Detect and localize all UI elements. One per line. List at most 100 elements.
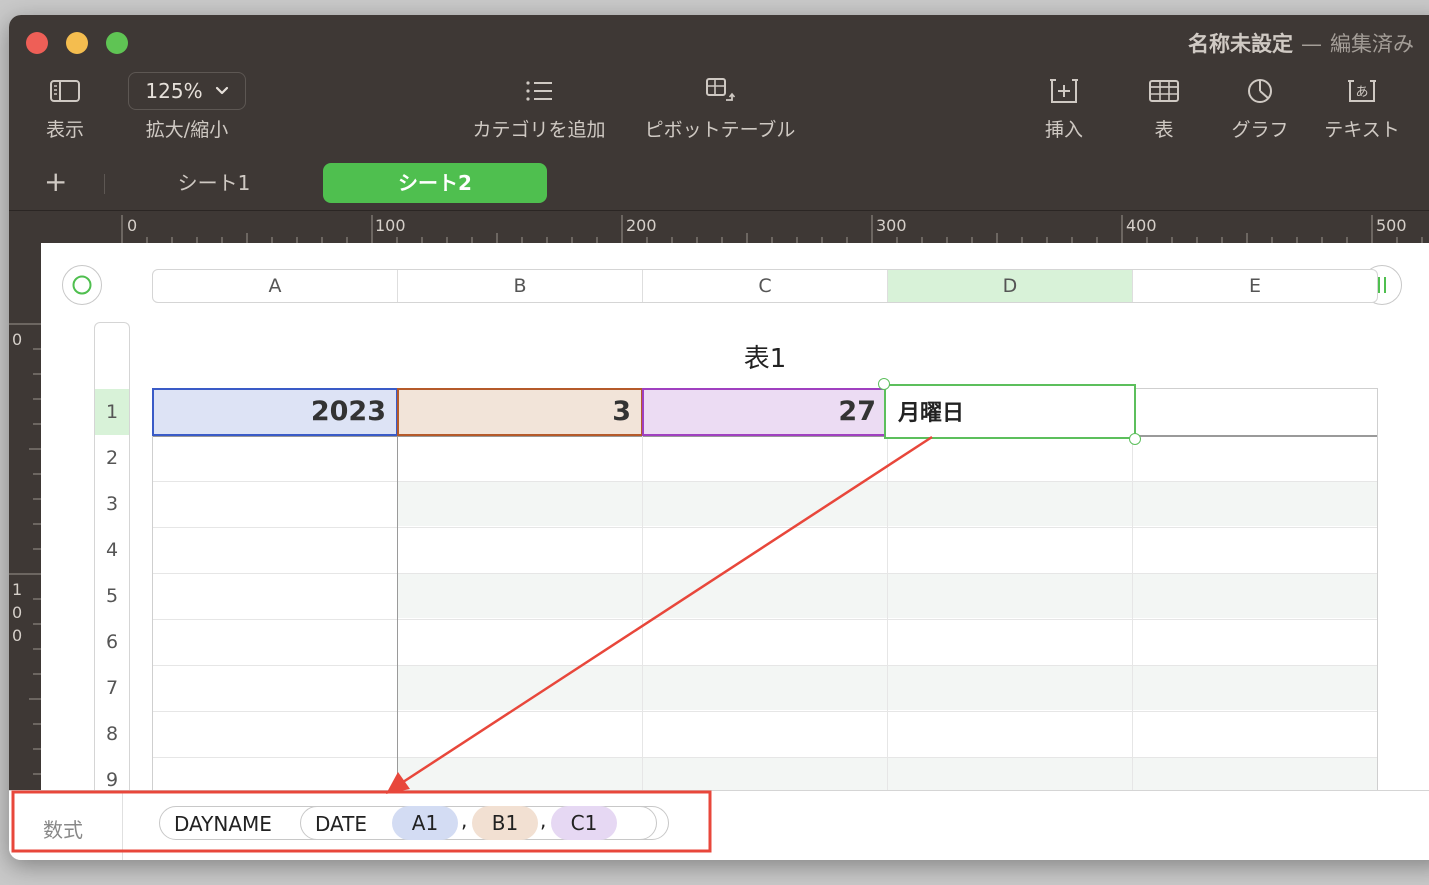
sidebar-icon bbox=[37, 73, 93, 109]
row-header-5[interactable]: 5 bbox=[95, 573, 129, 619]
ruler-label: 0 bbox=[12, 603, 23, 622]
column-header-a[interactable]: A bbox=[153, 270, 398, 302]
chevron-down-icon bbox=[215, 86, 228, 95]
column-header-b[interactable]: B bbox=[398, 270, 643, 302]
grid-line bbox=[152, 481, 1378, 482]
svg-text:あ: あ bbox=[1355, 85, 1368, 100]
reference-token-c1[interactable]: C1 bbox=[551, 806, 617, 840]
chart-label: グラフ bbox=[1231, 119, 1289, 141]
cell-d1[interactable]: 月曜日 bbox=[884, 384, 1136, 439]
grid-line bbox=[152, 711, 1378, 712]
toolbar-area: 名称未設定 — 編集済み 表示 125% 拡大/縮小 カテゴリを追加 ピボットテ… bbox=[9, 15, 1429, 210]
row-header-8[interactable]: 8 bbox=[95, 711, 129, 757]
insert-button[interactable]: 挿入 bbox=[1034, 73, 1094, 142]
row-header-3[interactable]: 3 bbox=[95, 481, 129, 527]
ruler-label: 400 bbox=[1126, 216, 1157, 235]
close-window-button[interactable] bbox=[26, 32, 48, 54]
pivot-table-button[interactable]: ピボットテーブル bbox=[639, 73, 801, 142]
formula-bar[interactable]: 数式 DAYNAME DATE A1 , B1 , C1 bbox=[9, 790, 1429, 860]
ruler-label: 300 bbox=[876, 216, 907, 235]
tab-sheet-1[interactable]: シート1 bbox=[146, 163, 282, 203]
document-name: 名称未設定 bbox=[1188, 32, 1293, 56]
row-header-7[interactable]: 7 bbox=[95, 665, 129, 711]
insert-icon bbox=[1034, 73, 1094, 109]
grid-line bbox=[152, 573, 1378, 574]
zoom-dropdown[interactable]: 125% bbox=[128, 72, 246, 110]
table-grid: 2023 3 27 月曜日 bbox=[152, 378, 1378, 808]
cell-a1[interactable]: 2023 bbox=[152, 388, 398, 436]
document-title: 名称未設定 — 編集済み bbox=[1188, 28, 1414, 58]
text-button[interactable]: あ テキスト bbox=[1316, 73, 1408, 142]
column-header-bar: A B C D E bbox=[152, 269, 1378, 303]
header-column-separator bbox=[397, 388, 398, 808]
select-table-button[interactable] bbox=[62, 265, 102, 305]
column-header-c[interactable]: C bbox=[643, 270, 888, 302]
circle-icon bbox=[72, 275, 92, 295]
grid-line bbox=[1377, 388, 1378, 808]
sheet-canvas: A B C D E 1 2 3 4 5 6 7 8 9 表1 2023 3 27… bbox=[41, 243, 1429, 812]
horizontal-ruler: 0 100 200 300 400 500 bbox=[9, 210, 1429, 244]
insert-label: 挿入 bbox=[1044, 119, 1083, 141]
tab-divider bbox=[104, 174, 105, 194]
ruler-label: 100 bbox=[375, 216, 406, 235]
chart-button[interactable]: グラフ bbox=[1224, 73, 1296, 142]
grid-line bbox=[152, 757, 1378, 758]
ruler-label: 0 bbox=[12, 626, 23, 645]
dayname-label: DAYNAME bbox=[174, 812, 272, 836]
column-header-d[interactable]: D bbox=[888, 270, 1133, 302]
formula-comma: , bbox=[540, 808, 547, 832]
row-header-bar: 1 2 3 4 5 6 7 8 9 bbox=[94, 322, 130, 812]
formula-label: 数式 bbox=[43, 818, 83, 842]
text-label: テキスト bbox=[1324, 119, 1400, 141]
formula-comma: , bbox=[461, 808, 468, 832]
grid-line bbox=[642, 388, 643, 808]
row-header-4[interactable]: 4 bbox=[95, 527, 129, 573]
pivot-table-label: ピボットテーブル bbox=[644, 119, 796, 141]
zoom-label: 拡大/縮小 bbox=[145, 119, 229, 141]
table-icon bbox=[1139, 73, 1189, 109]
zoom-window-button[interactable] bbox=[106, 32, 128, 54]
reference-token-a1[interactable]: A1 bbox=[392, 806, 458, 840]
text-box-icon: あ bbox=[1316, 73, 1408, 109]
view-button[interactable]: 表示 bbox=[37, 73, 93, 142]
zoom-control[interactable]: 125% 拡大/縮小 bbox=[125, 72, 249, 142]
date-label: DATE bbox=[315, 812, 368, 836]
add-category-button[interactable]: カテゴリを追加 bbox=[464, 73, 614, 142]
table-label: 表 bbox=[1154, 119, 1174, 141]
formula-divider bbox=[122, 791, 123, 860]
row-header-6[interactable]: 6 bbox=[95, 619, 129, 665]
row-header-1[interactable]: 1 bbox=[95, 389, 129, 435]
cell-b1[interactable]: 3 bbox=[397, 388, 643, 436]
ruler-label: 500 bbox=[1376, 216, 1407, 235]
view-label: 表示 bbox=[45, 119, 84, 141]
row-header-2[interactable]: 2 bbox=[95, 435, 129, 481]
pivot-table-icon bbox=[639, 73, 801, 109]
grid-line bbox=[152, 665, 1378, 666]
ruler-ticks bbox=[121, 215, 1423, 244]
table-button[interactable]: 表 bbox=[1139, 73, 1189, 142]
selection-handle-bottom[interactable] bbox=[1129, 433, 1141, 445]
cell-c1[interactable]: 27 bbox=[642, 388, 888, 436]
app-window: 名称未設定 — 編集済み 表示 125% 拡大/縮小 カテゴリを追加 ピボットテ… bbox=[9, 15, 1429, 860]
reference-token-b1[interactable]: B1 bbox=[472, 806, 538, 840]
pie-chart-icon bbox=[1224, 73, 1296, 109]
table-title[interactable]: 表1 bbox=[152, 338, 1378, 375]
grid-line bbox=[152, 619, 1378, 620]
edit-status: 編集済み bbox=[1330, 32, 1414, 56]
vertical-ruler: 0 1 0 0 bbox=[9, 243, 41, 803]
title-separator: — bbox=[1301, 32, 1322, 56]
cell-d1-value: 月曜日 bbox=[898, 401, 965, 426]
add-category-label: カテゴリを追加 bbox=[472, 119, 606, 141]
selection-handle-top[interactable] bbox=[878, 378, 890, 390]
grid-line bbox=[152, 527, 1378, 528]
minimize-window-button[interactable] bbox=[66, 32, 88, 54]
add-sheet-button[interactable]: + bbox=[44, 165, 67, 199]
column-header-e[interactable]: E bbox=[1133, 270, 1377, 302]
grid-line bbox=[1132, 388, 1133, 808]
ruler-label: 200 bbox=[626, 216, 657, 235]
tab-sheet-2[interactable]: シート2 bbox=[323, 163, 547, 203]
ruler-ticks bbox=[9, 323, 41, 800]
zoom-value: 125% bbox=[145, 79, 203, 103]
grid-line bbox=[152, 388, 153, 808]
ruler-label: 1 bbox=[12, 580, 23, 599]
